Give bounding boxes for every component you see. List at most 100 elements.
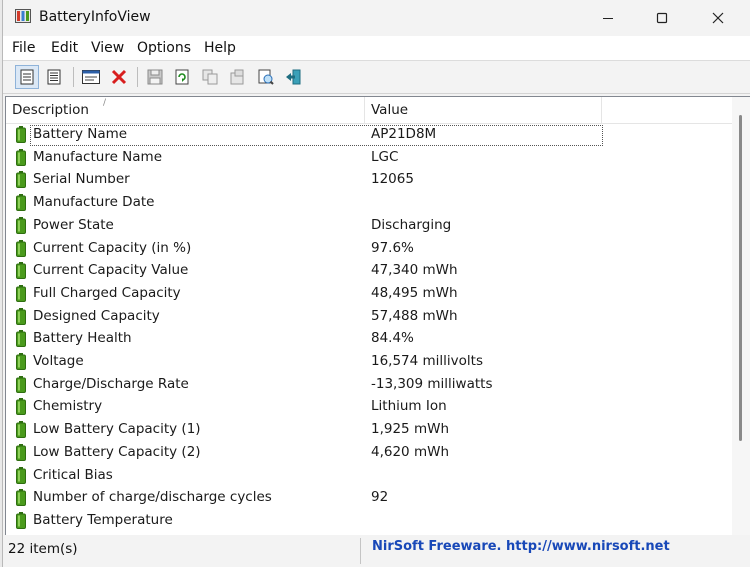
row-value: -13,309 milliwatts xyxy=(371,375,493,392)
row-description: Serial Number xyxy=(33,171,130,188)
battery-icon xyxy=(16,171,26,189)
vertical-scrollbar[interactable] xyxy=(732,96,750,537)
table-row[interactable]: Power State Discharging xyxy=(6,215,726,238)
nirsoft-link[interactable]: NirSoft Freeware. http://www.nirsoft.net xyxy=(372,539,670,554)
refresh-icon xyxy=(175,69,189,85)
row-description: Battery Name xyxy=(33,126,128,142)
row-description: Low Battery Capacity (2) xyxy=(33,443,201,460)
row-description: Current Capacity (in %) xyxy=(33,239,192,256)
menu-edit[interactable]: Edit xyxy=(51,40,78,56)
list-header: Description / Value xyxy=(6,97,733,124)
close-button[interactable] xyxy=(691,0,745,36)
table-row[interactable]: Chemistry Lithium Ion xyxy=(6,396,726,419)
row-description: Manufacture Name xyxy=(33,148,163,165)
row-description: Designed Capacity xyxy=(33,307,160,324)
battery-log-view-icon xyxy=(47,69,61,85)
battery-log-view-button[interactable] xyxy=(43,66,65,88)
toolbar-separator xyxy=(137,67,138,87)
table-row[interactable]: Manufacture Date xyxy=(6,192,726,215)
html-report-icon xyxy=(258,69,274,85)
properties-button[interactable] xyxy=(80,66,102,88)
battery-icon xyxy=(16,375,26,393)
column-header-value[interactable]: Value xyxy=(371,97,408,123)
battery-icon xyxy=(16,239,26,257)
item-count: 22 item(s) xyxy=(8,541,78,557)
battery-icon xyxy=(16,443,26,461)
scrollbar-thumb[interactable] xyxy=(739,115,742,441)
table-row[interactable]: Full Charged Capacity 48,495 mWh xyxy=(6,283,726,306)
battery-info-list[interactable]: Description / Value Battery Name AP21D8M M… xyxy=(5,96,734,537)
row-description: Number of charge/discharge cycles xyxy=(33,489,272,506)
row-value: 12065 xyxy=(371,171,414,188)
battery-icon xyxy=(16,353,26,370)
row-value: LGC xyxy=(371,148,399,165)
table-row[interactable]: Current Capacity (in %) 97.6% xyxy=(6,238,726,261)
menu-bar: File Edit View Options Help xyxy=(3,36,750,60)
row-value: 16,574 millivolts xyxy=(371,353,484,369)
column-header-description[interactable]: Description xyxy=(12,97,89,123)
row-value: Discharging xyxy=(371,216,452,233)
status-divider xyxy=(360,538,361,564)
close-icon xyxy=(712,12,724,24)
exit-button[interactable] xyxy=(282,66,304,88)
column-divider[interactable] xyxy=(364,97,365,123)
table-row[interactable]: Designed Capacity 57,488 mWh xyxy=(6,306,726,329)
title-bar: BatteryInfoView xyxy=(3,0,750,36)
menu-options[interactable]: Options xyxy=(137,40,191,56)
properties-icon xyxy=(82,70,100,84)
html-report-button[interactable] xyxy=(255,66,277,88)
row-value: 84.4% xyxy=(371,330,414,347)
save-button[interactable] xyxy=(144,66,166,88)
table-row[interactable]: Charge/Discharge Rate -13,309 milliwatts xyxy=(6,374,726,397)
battery-icon xyxy=(16,284,26,302)
exit-icon xyxy=(286,69,301,85)
row-value: 48,495 mWh xyxy=(371,284,458,301)
minimize-button[interactable] xyxy=(581,0,635,36)
row-value: 47,340 mWh xyxy=(371,262,458,279)
copy-icon xyxy=(202,69,218,85)
battery-icon xyxy=(16,330,26,348)
delete-button[interactable] xyxy=(108,66,130,88)
table-row[interactable]: Battery Health 84.4% xyxy=(6,328,726,351)
battery-icon xyxy=(16,511,26,529)
table-row[interactable]: Battery Temperature xyxy=(6,510,726,533)
window-title: BatteryInfoView xyxy=(39,9,151,25)
app-icon xyxy=(15,9,31,23)
battery-icon xyxy=(16,148,26,166)
row-value: 1,925 mWh xyxy=(371,421,449,438)
maximize-button[interactable] xyxy=(635,0,689,36)
toolbar xyxy=(3,60,750,94)
menu-help[interactable]: Help xyxy=(204,40,236,56)
table-row[interactable]: Battery Name AP21D8M xyxy=(6,124,726,147)
table-row[interactable]: Manufacture Name LGC xyxy=(6,147,726,170)
menu-file[interactable]: File xyxy=(12,40,35,56)
menu-view[interactable]: View xyxy=(91,40,124,56)
minimize-icon xyxy=(603,18,613,19)
table-row[interactable]: Serial Number 12065 xyxy=(6,169,726,192)
row-description: Battery Health xyxy=(33,330,132,347)
row-value: 92 xyxy=(371,489,389,506)
table-row[interactable]: Critical Bias xyxy=(6,465,726,488)
battery-icon xyxy=(16,421,26,439)
table-row[interactable]: Current Capacity Value 47,340 mWh xyxy=(6,260,726,283)
advanced-options-button[interactable] xyxy=(226,66,248,88)
table-row[interactable]: Low Battery Capacity (1) 1,925 mWh xyxy=(6,419,726,442)
battery-info-view-icon xyxy=(20,69,34,85)
refresh-button[interactable] xyxy=(171,66,193,88)
battery-info-view-button[interactable] xyxy=(15,65,39,89)
table-row[interactable]: Voltage 16,574 millivolts xyxy=(6,351,726,374)
row-description: Chemistry xyxy=(33,398,103,415)
advanced-options-icon xyxy=(230,69,244,85)
column-divider[interactable] xyxy=(601,97,602,123)
row-description: Manufacture Date xyxy=(33,194,155,211)
toolbar-separator xyxy=(73,67,74,87)
delete-icon xyxy=(111,69,127,85)
battery-icon xyxy=(16,398,26,416)
row-description: Battery Temperature xyxy=(33,511,173,528)
table-row[interactable]: Low Battery Capacity (2) 4,620 mWh xyxy=(6,442,726,465)
copy-button[interactable] xyxy=(199,66,221,88)
row-description: Critical Bias xyxy=(33,466,113,483)
table-row[interactable]: Number of charge/discharge cycles 92 xyxy=(6,487,726,510)
row-value: 97.6% xyxy=(371,239,414,256)
battery-icon xyxy=(16,307,26,325)
